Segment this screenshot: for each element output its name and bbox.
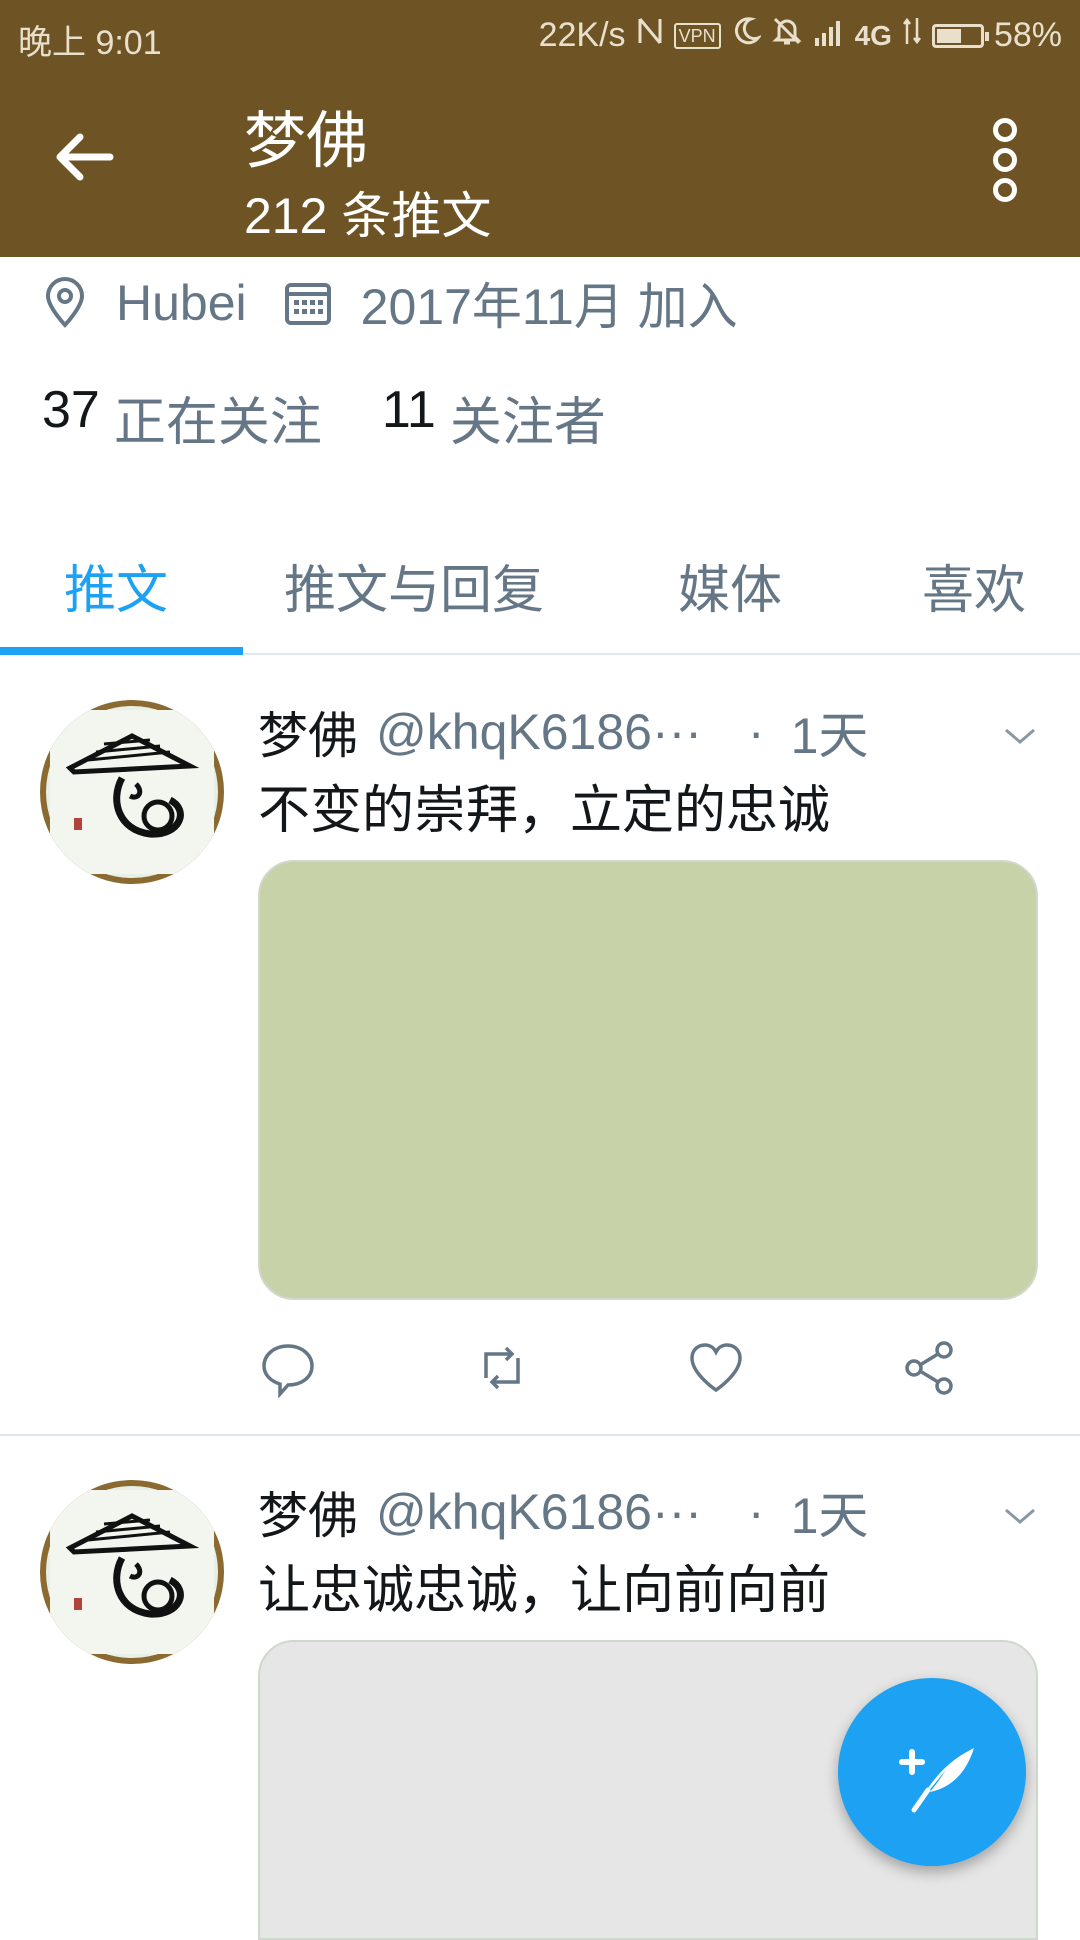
tweet-item[interactable]: 梦佛 @khqK6186··· · 1天 不变的崇拜，立定的忠诚 [0,656,1080,1434]
following-link[interactable]: 37 正在关注 [42,380,322,455]
follow-stats: 37 正在关注 11 关注者 [42,380,666,455]
tab-media[interactable]: 媒体 [678,548,782,623]
data-arrows-icon [902,16,922,55]
chevron-down-icon[interactable] [1002,724,1038,748]
tweet-text: 让忠诚忠诚，让向前向前 [258,1562,831,1620]
moon-icon [731,16,762,55]
more-dot-icon [993,118,1017,142]
tweet-header: 梦佛 @khqK6186··· · 1天 [258,1476,868,1548]
bell-off-icon [771,15,803,56]
tweet-count: 212 条推文 [244,188,492,244]
back-button[interactable] [50,122,140,192]
status-icons: 22K/s VPN 4G 58% [539,15,1062,56]
tweet-author-handle[interactable]: @khqK6186··· [376,1483,702,1541]
profile-name: 梦佛 [244,107,369,176]
tweet-media[interactable] [258,860,1038,1300]
nfc-icon [636,15,664,56]
battery-icon [931,23,989,48]
profile-meta: Hubei 2017年11月 加入 [42,268,774,338]
calligraphy-avatar-icon [50,710,214,874]
location-pin-icon [45,277,85,328]
status-bar: 晚上 9:01 22K/s VPN 4G 58% [0,0,1080,72]
share-icon[interactable] [900,1338,960,1398]
tab-tweets[interactable]: 推文 [64,548,168,623]
tweet-separator: · [747,704,765,760]
followers-label: 关注者 [449,394,606,452]
vpn-icon: VPN [673,22,721,49]
more-dot-icon [993,178,1017,202]
joined-text: 2017年11月 加入 [360,279,738,335]
tweet-time: 1天 [790,708,869,764]
arrow-left-icon [56,133,114,181]
network-type: 4G [854,19,892,51]
tweet-time: 1天 [790,1488,869,1544]
active-tab-indicator [0,647,243,655]
battery-percent: 58% [993,16,1062,54]
compose-feather-icon [899,1748,974,1813]
location-text: Hubei [116,275,247,331]
more-dot-icon [993,148,1017,172]
avatar[interactable] [40,1480,224,1664]
tweet-text: 不变的崇拜，立定的忠诚 [258,782,831,840]
profile-header: 梦佛 212 条推文 [0,72,1080,257]
tweet-author-name[interactable]: 梦佛 [258,1476,358,1548]
chevron-down-icon[interactable] [1002,1504,1038,1528]
followers-link[interactable]: 11 关注者 [382,380,606,455]
reply-icon[interactable] [258,1338,318,1398]
signal-icon [813,16,845,55]
retweet-icon[interactable] [472,1338,532,1398]
following-count: 37 [42,381,100,439]
status-time: 晚上 9:01 [18,24,162,62]
followers-count: 11 [381,381,436,439]
like-heart-icon[interactable] [686,1338,746,1398]
joined-item: 2017年11月 加入 [283,267,738,339]
tweet-header: 梦佛 @khqK6186··· · 1天 [258,696,868,768]
tweet-actions [258,1338,1038,1408]
net-speed: 22K/s [538,16,626,54]
location-item: Hubei [42,274,247,332]
compose-tweet-button[interactable] [838,1678,1026,1866]
more-options-button[interactable] [970,112,1040,202]
tab-tweets-replies[interactable]: 推文与回复 [284,548,544,623]
calendar-icon [284,283,331,325]
tweet-author-name[interactable]: 梦佛 [258,696,358,768]
avatar[interactable] [40,700,224,884]
tweet-author-handle[interactable]: @khqK6186··· [376,703,702,761]
profile-tabs: 推文 推文与回复 媒体 喜欢 [0,520,1080,655]
following-label: 正在关注 [113,394,322,452]
tab-likes[interactable]: 喜欢 [922,548,1026,623]
calligraphy-avatar-icon [50,1490,214,1654]
tweet-separator: · [747,1484,765,1540]
